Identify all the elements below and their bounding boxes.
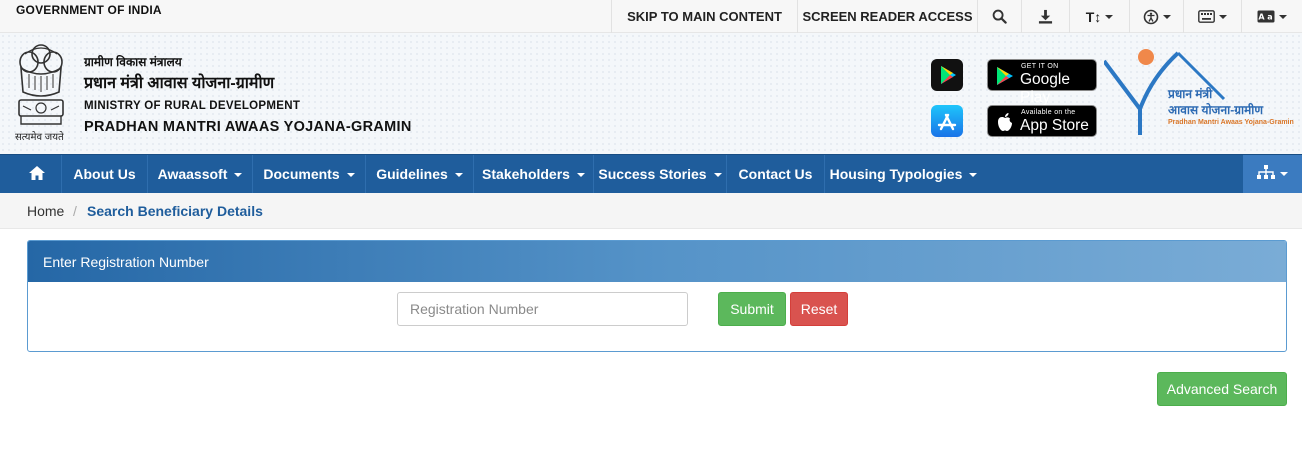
accessibility-dropdown[interactable] — [1129, 0, 1183, 33]
nav-awaassoft[interactable]: Awaassoft — [148, 155, 253, 193]
nav-label: Housing Typologies — [829, 166, 963, 182]
emblem-caption: सत्यमेव जयते — [15, 132, 64, 143]
breadcrumb-separator: / — [73, 203, 77, 219]
nav-label: About Us — [73, 166, 136, 182]
sitemap-button[interactable] — [1243, 155, 1302, 193]
breadcrumb: Home / Search Beneficiary Details — [0, 193, 1302, 229]
panel-header: Enter Registration Number — [28, 241, 1286, 282]
site-header: सत्यमेव जयते ग्रामीण विकास मंत्रालय प्रध… — [0, 33, 1302, 154]
panel-title: Enter Registration Number — [43, 254, 209, 270]
apple-icon — [997, 112, 1013, 137]
app-store-badge[interactable]: Available on the App Store — [987, 105, 1097, 137]
scheme-english-title: PRADHAN MANTRI AWAAS YOJANA-GRAMIN — [84, 119, 412, 135]
registration-number-input[interactable] — [397, 292, 688, 326]
download-icon — [1038, 9, 1053, 24]
nav-housing-typologies[interactable]: Housing Typologies — [825, 155, 982, 193]
nav-documents[interactable]: Documents — [253, 155, 366, 193]
nav-label: Stakeholders — [482, 166, 570, 182]
text-size-dropdown[interactable]: T↕ — [1069, 0, 1129, 33]
nav-success-stories[interactable]: Success Stories — [594, 155, 727, 193]
breadcrumb-current-page: Search Beneficiary Details — [87, 203, 263, 219]
advanced-search-button[interactable]: Advanced Search — [1157, 372, 1287, 406]
ministry-english-title: MINISTRY OF RURAL DEVELOPMENT — [84, 100, 301, 112]
nav-label: Awaassoft — [157, 166, 228, 182]
nav-stakeholders[interactable]: Stakeholders — [474, 155, 594, 193]
chevron-down-icon — [346, 173, 355, 177]
accessibility-icon — [1143, 9, 1159, 25]
google-play-icon — [995, 66, 1015, 91]
svg-text:a: a — [1267, 13, 1272, 22]
chevron-down-icon — [1105, 14, 1114, 19]
google-play-badge[interactable]: GET IT ON Google Play — [987, 59, 1097, 106]
reset-button[interactable]: Reset — [790, 292, 848, 326]
scheme-hindi-title: प्रधान मंत्री आवास योजना-ग्रामीण — [84, 75, 275, 92]
search-button[interactable] — [977, 0, 1021, 33]
chevron-down-icon — [1280, 172, 1288, 176]
chevron-down-icon — [576, 173, 585, 177]
google-play-big-text: Google Play — [1020, 71, 1070, 106]
nav-label: Contact Us — [738, 166, 813, 182]
skip-to-main-content-link[interactable]: SKIP TO MAIN CONTENT — [611, 0, 797, 33]
chevron-down-icon — [713, 173, 722, 177]
sitemap-icon — [1257, 164, 1275, 184]
app-store-small-text: Available on the — [1021, 109, 1076, 116]
screen-reader-access-link[interactable]: SCREEN READER ACCESS — [797, 0, 977, 33]
app-store-big-text: App Store — [1020, 117, 1089, 134]
google-play-small-text: GET IT ON — [1021, 63, 1059, 70]
chevron-down-icon — [969, 173, 978, 177]
home-icon — [29, 165, 45, 183]
keyboard-dropdown[interactable] — [1183, 0, 1241, 33]
nav-contact-us[interactable]: Contact Us — [727, 155, 825, 193]
app-store-app-icon[interactable] — [931, 105, 963, 137]
registration-search-panel: Enter Registration Number Submit Reset — [27, 240, 1287, 352]
language-dropdown[interactable]: Aa — [1241, 0, 1302, 33]
chevron-down-icon — [1162, 14, 1171, 19]
logo-hindi-line2: आवास योजना-ग्रामीण — [1168, 103, 1264, 117]
chevron-down-icon — [454, 173, 463, 177]
chevron-down-icon — [234, 173, 243, 177]
search-icon — [992, 9, 1007, 24]
logo-hindi-line1: प्रधान मंत्री — [1168, 87, 1213, 101]
nav-label: Success Stories — [598, 166, 707, 182]
logo-english-line: Pradhan Mantri Awaas Yojana-Gramin — [1168, 119, 1294, 126]
text-size-icon: T↕ — [1085, 8, 1102, 25]
nav-home[interactable] — [13, 155, 62, 193]
top-utility-bar: GOVERNMENT OF INDIA SKIP TO MAIN CONTENT… — [0, 0, 1302, 33]
ministry-hindi-title: ग्रामीण विकास मंत्रालय — [84, 55, 182, 69]
nav-label: Guidelines — [376, 166, 448, 182]
breadcrumb-home-link[interactable]: Home — [27, 203, 64, 219]
play-store-app-icon[interactable] — [931, 59, 963, 91]
government-of-india-label: GOVERNMENT OF INDIA — [16, 3, 162, 17]
language-icon: Aa — [1257, 10, 1275, 23]
nav-about-us[interactable]: About Us — [62, 155, 148, 193]
nav-label: Documents — [263, 166, 340, 182]
chevron-down-icon — [1219, 14, 1227, 19]
chevron-down-icon — [1279, 14, 1287, 19]
pmay-g-logo: प्रधान मंत्री आवास योजना-ग्रामीण Pradhan… — [1104, 47, 1294, 153]
download-button[interactable] — [1021, 0, 1069, 33]
nav-guidelines[interactable]: Guidelines — [366, 155, 474, 193]
main-navigation: About Us Awaassoft Documents Guidelines … — [0, 154, 1302, 193]
national-emblem-logo: सत्यमेव जयते — [11, 40, 71, 148]
svg-text:A: A — [1258, 13, 1265, 22]
keyboard-icon — [1198, 10, 1215, 23]
submit-button[interactable]: Submit — [718, 292, 786, 326]
